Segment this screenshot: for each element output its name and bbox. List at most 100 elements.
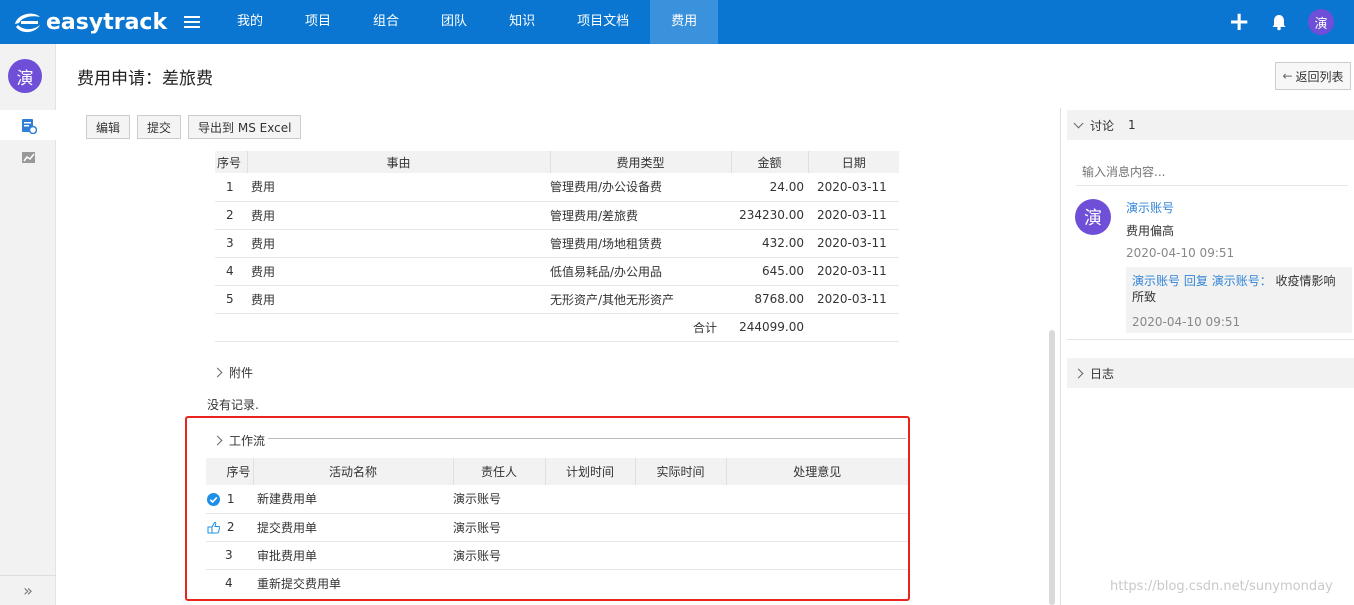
cell-plan-time (545, 569, 635, 597)
table-row[interactable]: 4 重新提交费用单 (206, 569, 908, 597)
submit-button[interactable]: 提交 (137, 115, 182, 139)
cell-plan-time (545, 541, 635, 570)
cell-date: 2020-03-11 (808, 201, 899, 230)
logo-text: easytrack (46, 9, 168, 35)
chevron-right-icon (212, 367, 223, 378)
reply-time: 2020-04-10 09:51 (1132, 315, 1241, 329)
main-scrollbar[interactable] (1049, 330, 1055, 605)
edit-button[interactable]: 编辑 (86, 115, 131, 139)
chevron-right-icon (1073, 368, 1084, 378)
pointing-hand-icon (207, 521, 220, 534)
watermark: https://blog.csdn.net/sunymonday (1110, 579, 1333, 594)
nav-item-team[interactable]: 团队 (420, 0, 488, 44)
cell-no: 2 (206, 513, 253, 542)
top-actions: + 演 (1228, 0, 1334, 44)
bell-icon[interactable] (1270, 13, 1288, 31)
log-header[interactable]: 日志 (1067, 358, 1354, 388)
cell-activity: 重新提交费用单 (257, 576, 342, 591)
sidebar-expand-icon[interactable]: » (0, 575, 56, 605)
discussion-label: 讨论 (1090, 118, 1115, 133)
discussion-header[interactable]: 讨论 1 (1067, 110, 1354, 140)
table-row[interactable]: 3 审批费用单 演示账号 (206, 541, 908, 570)
reply-verb[interactable]: 回复 (1184, 274, 1208, 288)
sidebar-item-expense-form[interactable] (0, 110, 56, 140)
message-input[interactable] (1076, 158, 1348, 186)
col-header: 日期 (808, 151, 899, 173)
chevron-right-icon (212, 435, 223, 446)
cell-date: 2020-03-11 (808, 229, 899, 258)
col-header: 活动名称 (253, 458, 454, 485)
back-to-list-button[interactable]: ← 返回列表 (1275, 62, 1351, 90)
col-header: 实际时间 (635, 458, 727, 485)
col-header: 序号 (206, 458, 254, 485)
cell-reason: 费用 (247, 229, 550, 258)
table-row[interactable]: 1 新建费用单 演示账号 (206, 485, 908, 514)
cell-actual-time (635, 485, 726, 514)
table-row[interactable]: 5 费用 无形资产/其他无形资产 8768.00 2020-03-11 (215, 285, 899, 314)
back-to-list-label: 返回列表 (1295, 69, 1344, 84)
row-number: 2 (226, 520, 235, 534)
nav-item-expenses[interactable]: 费用 (650, 0, 719, 44)
comment-avatar: 演 (1075, 199, 1111, 235)
menu-icon[interactable] (184, 14, 200, 30)
expense-table-header: 序号 事由 费用类型 金额 日期 (215, 151, 899, 173)
nav-item-knowledge[interactable]: 知识 (488, 0, 556, 44)
discussion-separator (1067, 339, 1354, 340)
user-avatar[interactable]: 演 (1308, 9, 1334, 35)
cell-owner: 演示账号 (453, 513, 545, 542)
left-sidebar: 演 » (0, 44, 56, 605)
cell-activity: 审批费用单 (253, 541, 453, 570)
sidebar-item-chart[interactable] (0, 142, 56, 172)
workflow-toggle[interactable]: 工作流 (212, 432, 265, 449)
nav-item-projects[interactable]: 项目 (284, 0, 352, 44)
cell-plan-time (545, 513, 635, 542)
action-toolbar: 编辑 提交 导出到 MS Excel (86, 115, 302, 139)
form-icon (21, 118, 37, 134)
reply-to[interactable]: 演示账号： (1212, 274, 1272, 288)
cell-reason: 费用 (247, 257, 550, 286)
cell-no: 5 (215, 285, 247, 314)
chevron-down-icon (1073, 118, 1084, 129)
table-row[interactable]: 2 费用 管理费用/差旅费 234230.00 2020-03-11 (215, 201, 899, 230)
table-row[interactable]: 1 费用 管理费用/办公设备费 24.00 2020-03-11 (215, 173, 899, 202)
nav-item-project-docs[interactable]: 项目文档 (556, 0, 650, 44)
comment-time: 2020-04-10 09:51 (1126, 246, 1235, 260)
check-circle-icon (207, 492, 220, 506)
table-row[interactable]: 4 费用 低值易耗品/办公用品 645.00 2020-03-11 (215, 257, 899, 286)
total-spacer (247, 313, 550, 342)
export-excel-button[interactable]: 导出到 MS Excel (188, 115, 302, 139)
col-header: 事由 (247, 151, 551, 173)
comment-author[interactable]: 演示账号 (1126, 199, 1174, 216)
main-nav: 我的 项目 组合 团队 知识 项目文档 费用 (216, 0, 719, 44)
cell-actual-time (635, 541, 726, 570)
cell-amount: 8768.00 (731, 285, 808, 314)
nav-item-portfolio[interactable]: 组合 (352, 0, 420, 44)
sidebar-avatar[interactable]: 演 (8, 59, 42, 93)
plus-icon[interactable]: + (1228, 9, 1250, 35)
total-spacer (808, 313, 899, 342)
attachments-toggle[interactable]: 附件 (212, 364, 254, 381)
cell-comment (726, 569, 908, 597)
cell-plan-time (545, 485, 635, 514)
nav-item-mine[interactable]: 我的 (216, 0, 284, 44)
table-row[interactable]: 2 提交费用单 演示账号 (206, 513, 908, 542)
cell-type: 管理费用/办公设备费 (550, 173, 731, 202)
attachments-label: 附件 (229, 366, 254, 380)
cell-date: 2020-03-11 (808, 285, 899, 314)
logo[interactable]: easytrack (12, 8, 167, 36)
comment-text: 费用偏高 (1126, 224, 1175, 238)
cell-actual-time (635, 569, 726, 597)
log-label: 日志 (1090, 366, 1115, 381)
cell-activity: 提交费用单 (253, 513, 453, 542)
cell-reason: 费用 (247, 201, 550, 230)
col-header: 费用类型 (550, 151, 732, 173)
reply-from[interactable]: 演示账号 (1132, 274, 1180, 288)
discussion-count: 1 (1128, 118, 1136, 132)
total-row: 合计 244099.00 (215, 313, 899, 342)
workflow-table: 序号 活动名称 责任人 计划时间 实际时间 处理意见 1 新建费用单 演示账号 … (206, 458, 908, 597)
cell-date: 2020-03-11 (808, 173, 899, 202)
cell-date: 2020-03-11 (808, 257, 899, 286)
table-row[interactable]: 3 费用 管理费用/场地租赁费 432.00 2020-03-11 (215, 229, 899, 258)
no-record-text: 没有记录. (207, 398, 259, 412)
col-header: 责任人 (453, 458, 546, 485)
